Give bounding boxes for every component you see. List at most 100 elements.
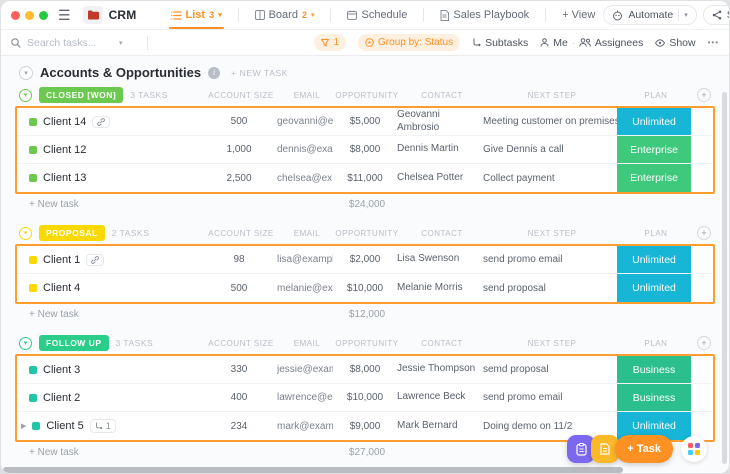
- column-header-email[interactable]: EMAIL: [279, 229, 335, 238]
- next-step-value[interactable]: send promo email: [483, 254, 617, 265]
- collapse-group-icon[interactable]: ▾: [19, 226, 32, 240]
- email-value[interactable]: melanie@ex: [277, 283, 333, 294]
- opportunity-value[interactable]: $10,000: [333, 392, 397, 403]
- maximize-window-button[interactable]: [39, 10, 48, 20]
- task-name[interactable]: Client 13: [43, 172, 86, 184]
- status-square-icon[interactable]: [29, 255, 37, 264]
- apps-launcher-button[interactable]: [681, 436, 707, 462]
- column-header-next-step[interactable]: NEXT STEP: [485, 91, 619, 100]
- add-column-icon[interactable]: +: [697, 336, 711, 350]
- column-header-email[interactable]: EMAIL: [279, 339, 335, 348]
- account-size-value[interactable]: 500: [201, 283, 277, 294]
- column-header-account-size[interactable]: ACCOUNT SIZE: [203, 229, 279, 238]
- status-badge[interactable]: CLOSED [WON]: [39, 87, 124, 103]
- new-task-row-button[interactable]: + New task: [15, 447, 203, 458]
- column-header-opportunity[interactable]: OPPORTUNITY: [335, 339, 399, 348]
- plan-badge[interactable]: Business: [617, 356, 691, 383]
- task-row[interactable]: Client 12 1,000 dennis@exa $8,000 Dennis…: [17, 136, 713, 164]
- close-window-button[interactable]: [11, 10, 20, 20]
- account-size-value[interactable]: 2,500: [201, 173, 277, 184]
- account-size-value[interactable]: 500: [201, 116, 277, 127]
- opportunity-value[interactable]: $2,000: [333, 254, 397, 265]
- filter-pill[interactable]: 1: [314, 34, 347, 51]
- horizontal-scrollbar[interactable]: [3, 467, 623, 473]
- next-step-value[interactable]: semd proposal: [483, 364, 617, 375]
- task-name[interactable]: Client 14: [43, 116, 86, 128]
- account-size-value[interactable]: 98: [201, 254, 277, 265]
- task-row[interactable]: Client 3 330 jessie@exam $8,000 Jessie T…: [17, 356, 713, 384]
- status-badge[interactable]: PROPOSAL: [39, 225, 105, 241]
- contact-value[interactable]: Mark Bernard: [397, 420, 483, 433]
- next-step-value[interactable]: Give Dennis a call: [483, 144, 617, 155]
- search-box[interactable]: ▾: [11, 36, 139, 49]
- subtasks-toggle[interactable]: Subtasks: [472, 37, 528, 49]
- status-square-icon[interactable]: [32, 422, 41, 430]
- group-by-pill[interactable]: Group by: Status: [358, 34, 461, 51]
- subtask-count-chip[interactable]: 1: [89, 419, 116, 433]
- column-header-next-step[interactable]: NEXT STEP: [485, 339, 619, 348]
- opportunity-value[interactable]: $8,000: [333, 144, 397, 155]
- more-options-button[interactable]: •••: [708, 38, 719, 47]
- column-header-plan[interactable]: PLAN: [619, 91, 693, 100]
- add-column-icon[interactable]: +: [697, 88, 711, 102]
- status-square-icon[interactable]: [29, 174, 37, 182]
- email-value[interactable]: lisa@exampl: [277, 254, 333, 265]
- info-icon[interactable]: i: [208, 66, 221, 79]
- contact-value[interactable]: Geovanni Ambrosio: [397, 109, 483, 134]
- link-icon[interactable]: [86, 253, 105, 266]
- status-square-icon[interactable]: [29, 365, 37, 374]
- contact-value[interactable]: Lawrence Beck: [397, 391, 483, 404]
- email-value[interactable]: lawrence@e: [277, 392, 333, 403]
- task-name[interactable]: Client 2: [43, 392, 80, 404]
- next-step-value[interactable]: Collect payment: [483, 173, 617, 184]
- automate-button[interactable]: Automate ▾: [603, 5, 697, 25]
- email-value[interactable]: jessie@exam: [277, 364, 333, 375]
- minimize-window-button[interactable]: [25, 10, 34, 20]
- email-value[interactable]: chelsea@ex: [277, 173, 333, 184]
- task-row[interactable]: Client 14 500 geovanni@e $5,000 Geovanni…: [17, 108, 713, 136]
- email-value[interactable]: mark@exam: [277, 421, 333, 432]
- new-task-row-button[interactable]: + New task: [15, 309, 203, 320]
- new-task-button[interactable]: + NEW TASK: [231, 68, 288, 78]
- collapse-group-icon[interactable]: ▾: [19, 336, 32, 350]
- next-step-value[interactable]: Meeting customer on premises: [483, 116, 617, 127]
- opportunity-value[interactable]: $10,000: [333, 283, 397, 294]
- status-square-icon[interactable]: [29, 284, 37, 292]
- tab-schedule[interactable]: Schedule: [339, 1, 415, 29]
- column-header-plan[interactable]: PLAN: [619, 339, 693, 348]
- contact-value[interactable]: Chelsea Potter: [397, 172, 483, 185]
- column-header-next-step[interactable]: NEXT STEP: [485, 229, 619, 238]
- task-row[interactable]: Client 4 500 melanie@ex $10,000 Melanie …: [17, 274, 713, 302]
- task-name[interactable]: Client 12: [43, 144, 86, 156]
- status-square-icon[interactable]: [29, 393, 37, 402]
- status-square-icon[interactable]: [29, 117, 37, 126]
- plan-badge[interactable]: Enterprise: [617, 136, 691, 163]
- collapse-group-icon[interactable]: ▾: [19, 88, 32, 102]
- search-input[interactable]: [27, 36, 113, 49]
- add-task-button[interactable]: + Task: [615, 435, 673, 463]
- task-name[interactable]: Client 4: [43, 282, 80, 294]
- column-header-plan[interactable]: PLAN: [619, 229, 693, 238]
- column-header-email[interactable]: EMAIL: [279, 91, 335, 100]
- share-button[interactable]: Share: [702, 5, 729, 25]
- contact-value[interactable]: Lisa Swenson: [397, 253, 483, 266]
- contact-value[interactable]: Melanie Morris: [397, 282, 483, 295]
- column-header-contact[interactable]: CONTACT: [399, 339, 485, 348]
- add-column-icon[interactable]: +: [697, 226, 711, 240]
- column-header-contact[interactable]: CONTACT: [399, 91, 485, 100]
- opportunity-value[interactable]: $11,000: [333, 173, 397, 184]
- next-step-value[interactable]: Doing demo on 11/2: [483, 421, 617, 432]
- contact-value[interactable]: Jessie Thompson: [397, 363, 483, 376]
- account-size-value[interactable]: 234: [201, 421, 277, 432]
- opportunity-value[interactable]: $5,000: [333, 116, 397, 127]
- task-name[interactable]: Client 1: [43, 254, 80, 266]
- column-header-contact[interactable]: CONTACT: [399, 229, 485, 238]
- email-value[interactable]: geovanni@e: [277, 116, 333, 127]
- account-size-value[interactable]: 330: [201, 364, 277, 375]
- account-size-value[interactable]: 1,000: [201, 144, 277, 155]
- column-header-account-size[interactable]: ACCOUNT SIZE: [203, 91, 279, 100]
- hamburger-menu-icon[interactable]: ☰: [58, 8, 71, 22]
- add-view-button[interactable]: + View: [554, 1, 603, 29]
- plan-badge[interactable]: Unlimited: [617, 246, 691, 273]
- opportunity-value[interactable]: $9,000: [333, 421, 397, 432]
